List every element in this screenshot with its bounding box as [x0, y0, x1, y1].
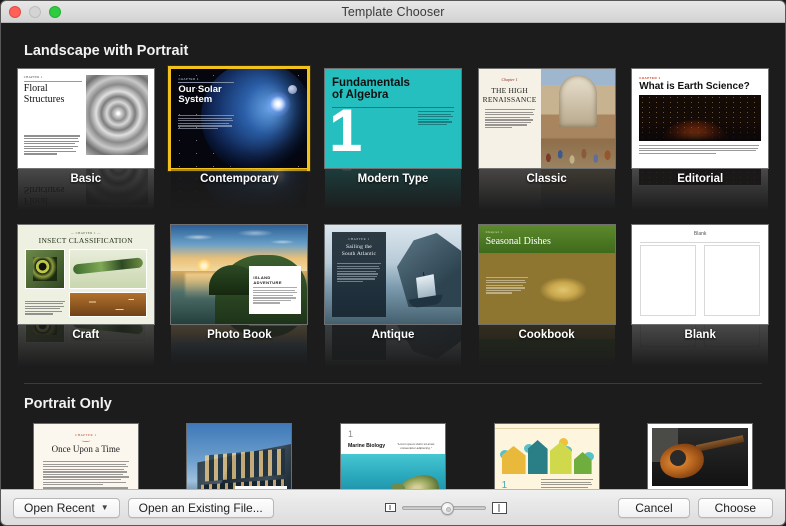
slider-knob[interactable] [440, 501, 454, 515]
template-grid-landscape-row2: — CHAPTER 1 — INSECT CLASSIFICATION Craf… [1, 225, 785, 367]
template-card-cookbook[interactable]: Chapter 1 Seasonal Dishes Cookbook [476, 225, 618, 367]
thumbnail-size-slider[interactable] [401, 501, 486, 515]
template-thumbnail-classic[interactable]: Chapter 1 THE HIGH RENAISSANCE [478, 69, 615, 168]
template-label: Antique [371, 329, 415, 341]
template-card-once-upon-a-time[interactable]: CHAPTER 1 Once Upon a Time [15, 424, 157, 489]
template-heading: Marine Biology [347, 443, 386, 449]
template-label: Classic [526, 173, 567, 185]
template-card-classic[interactable]: Chapter 1 THE HIGH RENAISSANCE Classic [476, 69, 618, 211]
template-chooser-window: Template Chooser Landscape with Portrait… [0, 0, 786, 526]
thumbnail-size-control[interactable] [384, 501, 507, 515]
page-spread-large-icon[interactable] [491, 501, 507, 514]
choose-button[interactable]: Choose [697, 497, 773, 518]
thumbnail-art-craft: — CHAPTER 1 — INSECT CLASSIFICATION [17, 225, 154, 324]
thumbnail-art-sustainable-design: SUSTAINABLEDESIGN [187, 424, 292, 489]
thumbnail-art-editorial: CHAPTER 1 What is Earth Science? [632, 69, 769, 168]
open-recent-label: Open Recent [24, 500, 95, 515]
template-thumbnail-cookbook[interactable]: Chapter 1 Seasonal Dishes [478, 225, 615, 324]
template-thumbnail-contemporary[interactable]: CHAPTER 1 Our Solar System [171, 69, 308, 168]
template-label: Blank [684, 329, 716, 341]
template-card-our-humble-beginnings[interactable]: 1 Our HumbleBeginnings [476, 424, 618, 489]
template-thumbnail-marine-biology[interactable]: 1 Marine Biology "Lorem ipsum dolor sit … [340, 424, 445, 489]
thumbnail-art-basic: CHAPTER 1 Floral Structures [17, 69, 154, 168]
template-label: Craft [72, 329, 100, 341]
template-card-sustainable-design[interactable]: SUSTAINABLEDESIGN [169, 424, 311, 489]
template-label: Modern Type [357, 173, 429, 185]
dialog-actions: Cancel Choose [618, 497, 773, 518]
template-thumbnail-sustainable-design[interactable]: SUSTAINABLEDESIGN [187, 424, 292, 489]
window-title: Template Chooser [341, 4, 445, 19]
template-thumbnail-our-humble-beginnings[interactable]: 1 Our HumbleBeginnings [494, 424, 599, 489]
template-thumbnail-once-upon-a-time[interactable]: CHAPTER 1 Once Upon a Time [33, 424, 138, 489]
thumbnail-art-marine-biology: 1 Marine Biology "Lorem ipsum dolor sit … [340, 424, 445, 489]
section-title-landscape: Landscape with Portrait [24, 43, 189, 59]
thumbnail-art-contemporary: CHAPTER 1 Our Solar System [171, 69, 308, 168]
open-recent-button[interactable]: Open Recent ▼ [13, 497, 120, 518]
chapter-number: 1 [501, 480, 508, 489]
template-card-contemporary[interactable]: CHAPTER 1 Our Solar System Contemporary [169, 69, 311, 211]
template-label: Basic [70, 173, 102, 185]
template-thumbnail-antique[interactable]: CHAPTER 1 Sailing the South Atlantic [324, 225, 461, 324]
template-thumbnail-basic[interactable]: CHAPTER 1 Floral Structures [17, 69, 154, 168]
cancel-label: Cancel [635, 500, 673, 515]
thumbnail-art-photo-book: ISLAND ADVENTURE [171, 225, 308, 324]
template-label: Contemporary [200, 173, 279, 185]
template-card-photo-book[interactable]: ISLAND ADVENTURE Photo Book [169, 225, 311, 367]
template-card-life-on-the-road[interactable]: ✦ LIFE ON THE ROAD [629, 424, 771, 489]
thumbnail-art-antique: CHAPTER 1 Sailing the South Atlantic [324, 225, 461, 324]
template-thumbnail-editorial[interactable]: CHAPTER 1 What is Earth Science? [632, 69, 769, 168]
chapter-number: 1 [347, 429, 353, 439]
template-grid-landscape: CHAPTER 1 FloralStructures FloralStructu… [1, 69, 785, 211]
template-label: Cookbook [518, 329, 575, 341]
thumbnail-art-life-on-the-road: ✦ LIFE ON THE ROAD [648, 424, 753, 489]
thumbnail-art-modern-type: Fundamentals of Algebra 1 [324, 69, 461, 168]
template-card-craft[interactable]: — CHAPTER 1 — INSECT CLASSIFICATION Craf… [15, 225, 157, 367]
template-card-blank[interactable]: Blank Blank [629, 225, 771, 367]
template-label: Photo Book [207, 329, 272, 341]
bottom-toolbar: Open Recent ▼ Open an Existing File... C… [1, 489, 785, 525]
choose-label: Choose [714, 500, 756, 515]
template-quote: "Lorem ipsum dolor sit amet, consectetur… [396, 442, 436, 450]
template-card-modern-type[interactable]: Fundamentalsof Algebra 1 1 Modern Type [322, 69, 464, 211]
template-gallery[interactable]: Landscape with Portrait CHAPTER 1 Floral… [1, 23, 785, 489]
titlebar: Template Chooser [1, 1, 785, 23]
template-thumbnail-craft[interactable]: — CHAPTER 1 — INSECT CLASSIFICATION [17, 225, 154, 324]
template-thumbnail-blank[interactable]: Blank [632, 225, 769, 324]
template-thumbnail-life-on-the-road[interactable]: ✦ LIFE ON THE ROAD [648, 424, 753, 489]
open-existing-file-button[interactable]: Open an Existing File... [127, 497, 274, 518]
template-grid-portrait: CHAPTER 1 Once Upon a Time 1 Marine Biol… [1, 424, 785, 489]
thumbnail-art-classic: Chapter 1 THE HIGH RENAISSANCE [478, 69, 615, 168]
template-card-editorial[interactable]: CHAPTER 1 What is Earth Science? Editori… [629, 69, 771, 211]
template-card-antique[interactable]: CHAPTER 1 Sailing the South Atlantic Anti… [322, 225, 464, 367]
page-spread-small-icon[interactable] [384, 503, 396, 512]
thumbnail-art-blank: Blank [632, 225, 769, 324]
cancel-button[interactable]: Cancel [618, 497, 690, 518]
blank-heading: Blank [693, 231, 707, 237]
thumbnail-art-once-upon-a-time: CHAPTER 1 Once Upon a Time [33, 424, 138, 489]
thumbnail-art-our-humble-beginnings: 1 Our HumbleBeginnings [494, 424, 599, 489]
chevron-down-icon: ▼ [100, 503, 109, 512]
thumbnail-art-cookbook: Chapter 1 Seasonal Dishes [478, 225, 615, 324]
template-card-basic[interactable]: CHAPTER 1 FloralStructures FloralStructu… [15, 69, 157, 211]
template-thumbnail-photo-book[interactable]: ISLAND ADVENTURE [171, 225, 308, 324]
open-existing-file-label: Open an Existing File... [138, 500, 263, 515]
template-label: Editorial [677, 173, 724, 185]
template-card-marine-biology[interactable]: 1 Marine Biology "Lorem ipsum dolor sit … [322, 424, 464, 489]
template-thumbnail-modern-type[interactable]: Fundamentals of Algebra 1 [324, 69, 461, 168]
section-title-portrait: Portrait Only [24, 396, 112, 412]
